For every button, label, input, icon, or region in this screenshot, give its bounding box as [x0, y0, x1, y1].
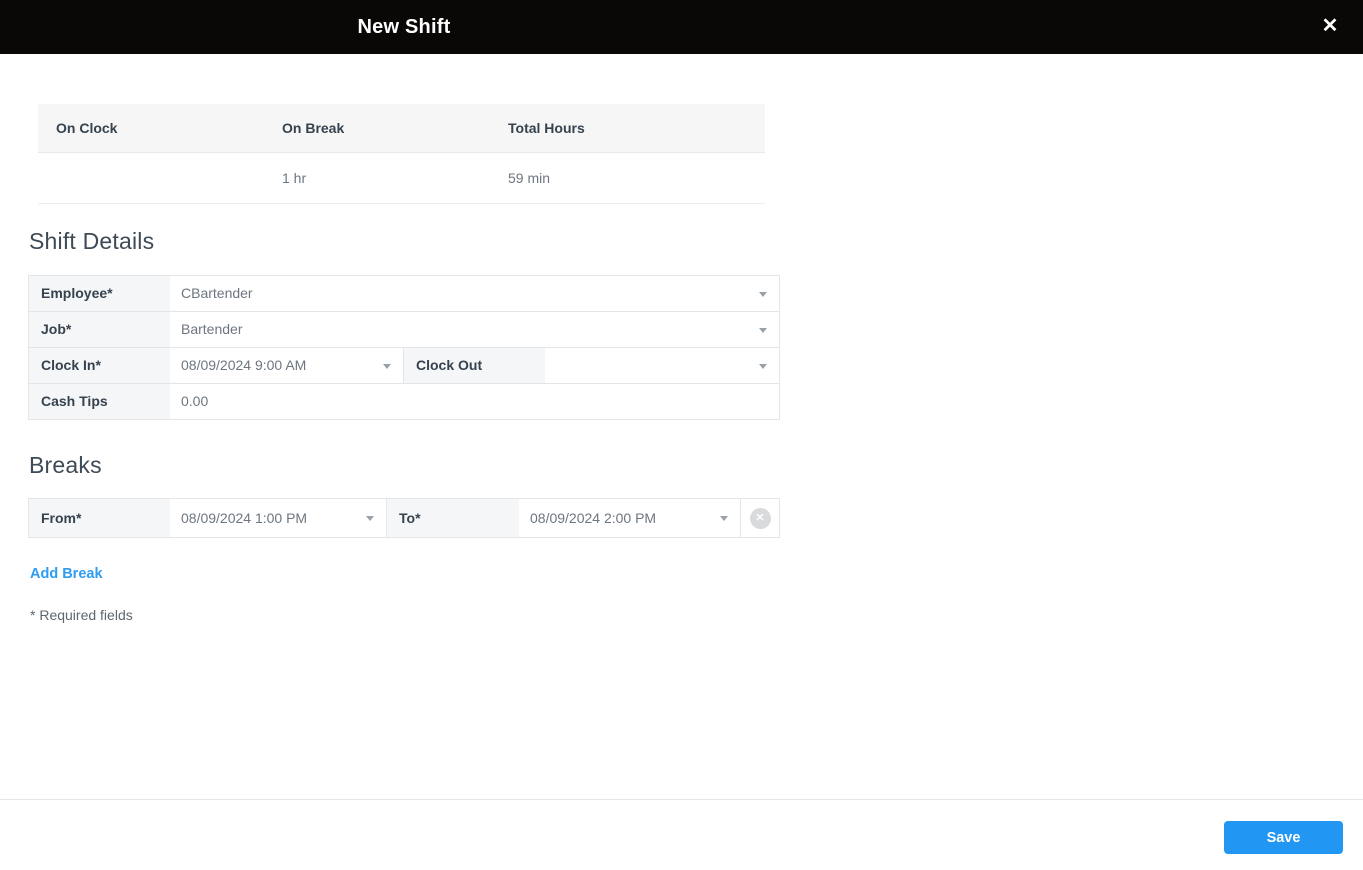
cash-tips-row: Cash Tips 0.00	[29, 384, 779, 420]
modal-title: New Shift	[357, 16, 451, 38]
clock-out-picker[interactable]	[545, 348, 779, 383]
job-selected-value: Bartender	[181, 321, 243, 337]
chevron-down-icon	[366, 516, 374, 521]
clock-in-picker[interactable]: 08/09/2024 9:00 AM	[170, 348, 404, 383]
close-icon[interactable]: ✕	[1314, 10, 1346, 42]
chevron-down-icon	[759, 363, 767, 369]
column-header-total-hours: Total Hours	[508, 120, 585, 136]
employee-selected-value: CBartender	[181, 285, 253, 301]
break-from-picker[interactable]: 08/09/2024 1:00 PM	[170, 499, 386, 537]
breaks-heading: Breaks	[29, 452, 102, 478]
cash-tips-input[interactable]: 0.00	[170, 384, 779, 419]
save-button[interactable]: Save	[1224, 821, 1343, 854]
break-remove-cell: ✕	[741, 499, 779, 537]
add-break-link[interactable]: Add Break	[30, 566, 103, 582]
employee-label: Employee*	[29, 276, 170, 311]
chevron-down-icon	[383, 363, 391, 369]
cash-tips-value: 0.00	[181, 393, 209, 409]
summary-header-row: On Clock On Break Total Hours	[38, 104, 765, 153]
job-label: Job*	[29, 312, 170, 347]
clock-out-label: Clock Out	[404, 348, 545, 383]
clock-in-label: Clock In*	[29, 348, 170, 383]
clock-row: Clock In* 08/09/2024 9:00 AM Clock Out	[29, 348, 779, 384]
chevron-down-icon	[720, 516, 728, 521]
break-to-picker[interactable]: 08/09/2024 2:00 PM	[519, 499, 741, 537]
footer-divider	[0, 799, 1363, 800]
clock-in-value: 08/09/2024 9:00 AM	[181, 357, 307, 373]
on-break-value: 1 hr	[282, 170, 307, 186]
break-from-value: 08/09/2024 1:00 PM	[181, 510, 308, 526]
employee-select[interactable]: CBartender	[170, 276, 779, 311]
shift-details-form: Employee* CBartender Job* Bartender Cloc…	[28, 275, 780, 420]
shift-details-heading: Shift Details	[29, 228, 155, 254]
cash-tips-label: Cash Tips	[29, 384, 170, 419]
chevron-down-icon	[759, 327, 767, 333]
break-to-label: To*	[386, 499, 519, 537]
column-header-on-break: On Break	[282, 120, 345, 136]
total-hours-value: 59 min	[508, 170, 551, 186]
remove-break-icon[interactable]: ✕	[749, 507, 771, 529]
break-to-value: 08/09/2024 2:00 PM	[530, 510, 657, 526]
modal-titlebar: New Shift ✕	[0, 0, 1363, 54]
summary-data-row: 1 hr 59 min	[38, 153, 765, 204]
employee-row: Employee* CBartender	[29, 276, 779, 312]
required-fields-note: * Required fields	[30, 607, 133, 623]
job-row: Job* Bartender	[29, 312, 779, 348]
job-select[interactable]: Bartender	[170, 312, 779, 347]
break-from-label: From*	[29, 499, 170, 537]
chevron-down-icon	[759, 291, 767, 297]
shift-summary-table: On Clock On Break Total Hours 1 hr 59 mi…	[38, 104, 765, 204]
column-header-on-clock: On Clock	[56, 120, 118, 136]
break-row: From* 08/09/2024 1:00 PM To* 08/09/2024 …	[28, 498, 780, 538]
